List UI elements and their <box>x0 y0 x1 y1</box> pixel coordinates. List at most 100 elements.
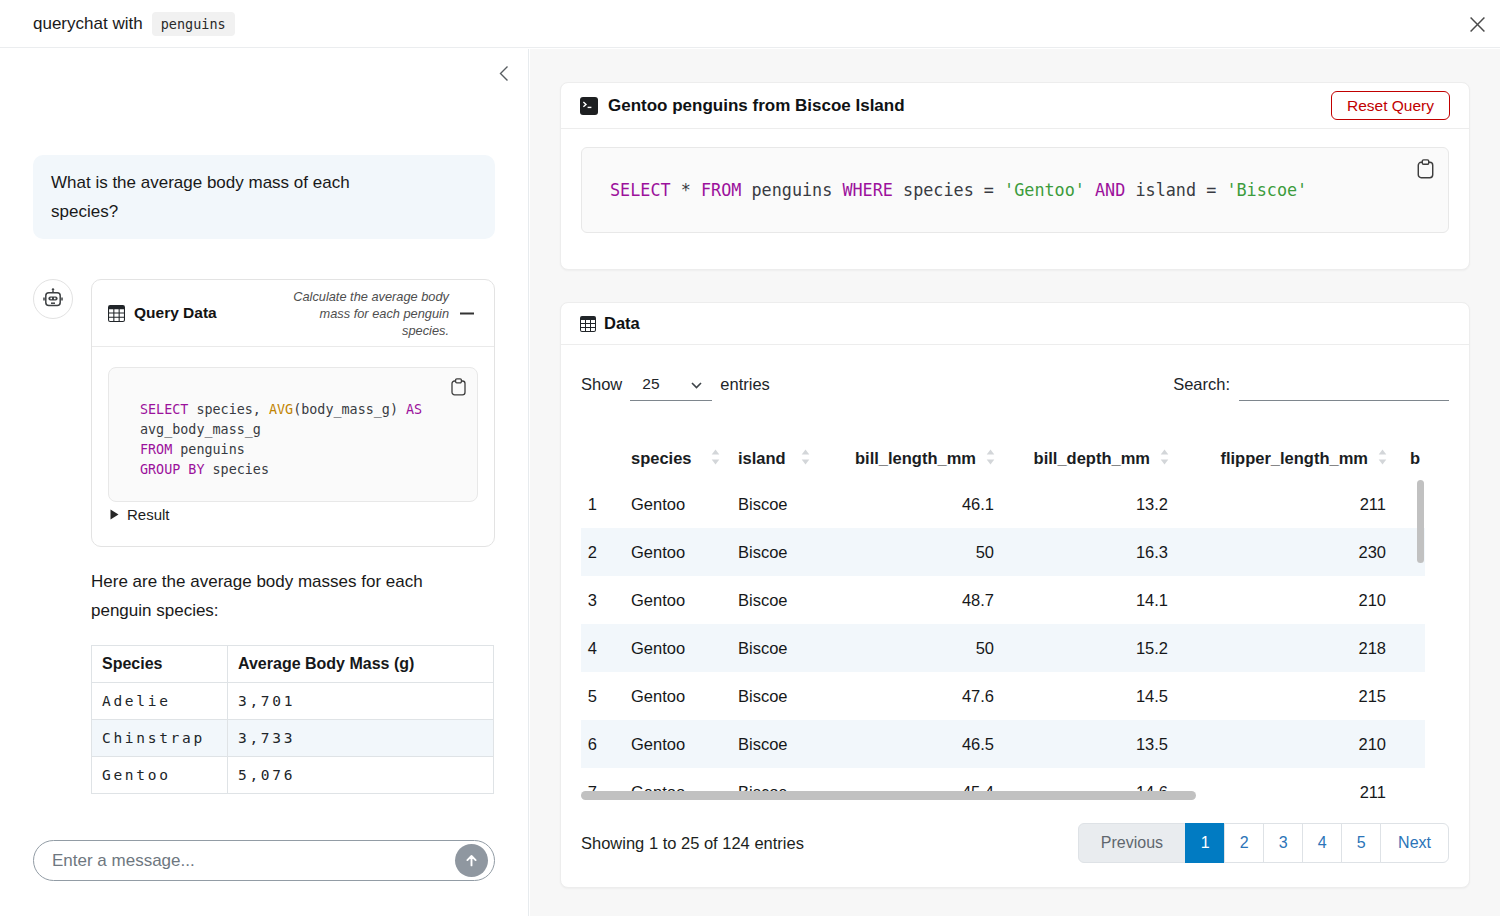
table-cell: 13.5 <box>1003 720 1177 768</box>
page-length-control: Show 25 entries <box>581 367 770 401</box>
table-cell: Biscoe <box>728 720 818 768</box>
sort-icon <box>711 449 720 469</box>
column-header-b[interactable]: b <box>1395 437 1425 480</box>
data-table: speciesislandbill_length_mmbill_depth_mm… <box>581 437 1425 806</box>
page-button-previous[interactable]: Previous <box>1078 823 1186 863</box>
chat-result-table: SpeciesAverage Body Mass (g) Adelie3,701… <box>91 645 494 794</box>
app-title-text: querychat with <box>33 14 143 34</box>
table-row: 1GentooBiscoe46.113.2211 <box>581 480 1425 528</box>
horizontal-scrollbar[interactable] <box>581 791 1196 800</box>
page-length-select[interactable]: 25 <box>630 367 712 401</box>
result-cell: 3,733 <box>228 720 494 757</box>
dataset-chip: penguins <box>152 12 235 36</box>
terminal-icon <box>580 97 598 115</box>
column-header-flipper_length_mm[interactable]: flipper_length_mm <box>1177 437 1395 480</box>
page-button-3[interactable]: 3 <box>1263 823 1303 863</box>
table-cell <box>1395 768 1425 806</box>
result-cell: 3,701 <box>228 683 494 720</box>
table-cell: 14.6 <box>1003 768 1177 806</box>
page-button-5[interactable]: 5 <box>1341 823 1381 863</box>
column-header-bill_length_mm[interactable]: bill_length_mm <box>818 437 1003 480</box>
table-cell: Gentoo <box>621 672 728 720</box>
table-cell: Biscoe <box>728 528 818 576</box>
result-row: Gentoo5,076 <box>92 757 494 794</box>
result-col-header: Species <box>92 646 228 683</box>
collapse-sidebar-icon[interactable] <box>498 65 514 83</box>
search-input[interactable] <box>1239 367 1449 401</box>
table-cell: 215 <box>1177 672 1395 720</box>
sort-icon <box>1378 449 1387 469</box>
table-cell: Biscoe <box>728 672 818 720</box>
query-card-header: Gentoo penguins from Biscoe Island Reset… <box>561 83 1469 129</box>
table-cell: 6 <box>581 720 621 768</box>
table-cell: 5 <box>581 672 621 720</box>
page-button-1[interactable]: 1 <box>1185 823 1225 863</box>
collapse-tool-card-icon[interactable] <box>460 312 474 315</box>
vertical-scrollbar[interactable] <box>1417 480 1424 563</box>
data-card-body: Show 25 entries Search: sp <box>561 345 1469 888</box>
tool-card-body: SELECT species, AVG(body_mass_g) ASavg_b… <box>92 347 494 539</box>
column-header-island[interactable]: island <box>728 437 818 480</box>
table-cell: 50 <box>818 624 1003 672</box>
sort-icon <box>801 449 810 469</box>
page-button-4[interactable]: 4 <box>1302 823 1342 863</box>
table-cell <box>1395 672 1425 720</box>
query-title: Gentoo penguins from Biscoe Island <box>608 96 905 116</box>
copy-icon[interactable] <box>451 378 466 402</box>
chat-sql-code-block: SELECT species, AVG(body_mass_g) ASavg_b… <box>108 367 478 502</box>
table-cell: Gentoo <box>621 768 728 806</box>
query-card-body: SELECT * FROM penguins WHERE species = '… <box>561 129 1469 251</box>
table-cell: 210 <box>1177 576 1395 624</box>
table-cell: Biscoe <box>728 480 818 528</box>
data-table-head: speciesislandbill_length_mmbill_depth_mm… <box>581 437 1425 480</box>
page-button-next[interactable]: Next <box>1380 823 1449 863</box>
table-cell: 14.5 <box>1003 672 1177 720</box>
datatable-footer: Showing 1 to 25 of 124 entries Previous1… <box>581 823 1449 863</box>
close-icon[interactable] <box>1466 13 1488 35</box>
search-control: Search: <box>1173 367 1449 401</box>
column-header-bill_depth_mm[interactable]: bill_depth_mm <box>1003 437 1177 480</box>
data-table-body: 1GentooBiscoe46.113.22112GentooBiscoe501… <box>581 480 1425 806</box>
reset-query-button[interactable]: Reset Query <box>1331 91 1450 120</box>
table-cell: Gentoo <box>621 480 728 528</box>
result-cell: Gentoo <box>92 757 228 794</box>
table-cell: Biscoe <box>728 768 818 806</box>
table-cell: 48.7 <box>818 576 1003 624</box>
data-card-title: Data <box>604 314 640 333</box>
table-cell: Gentoo <box>621 624 728 672</box>
send-button[interactable] <box>455 844 488 877</box>
pagination: Previous12345Next <box>1078 823 1449 863</box>
column-header-species[interactable]: species <box>621 437 728 480</box>
table-cell: 45.4 <box>818 768 1003 806</box>
table-cell: 218 <box>1177 624 1395 672</box>
table-row: 7GentooBiscoe45.414.6211 <box>581 768 1425 806</box>
table-cell: Gentoo <box>621 528 728 576</box>
table-cell: 16.3 <box>1003 528 1177 576</box>
result-toggle[interactable]: Result <box>108 506 478 523</box>
table-cell: Biscoe <box>728 624 818 672</box>
copy-icon[interactable] <box>1417 159 1434 183</box>
chat-result-table-body: Adelie3,701Chinstrap3,733Gentoo5,076 <box>92 683 494 794</box>
chat-input[interactable] <box>34 841 494 880</box>
data-card-header: Data <box>561 303 1469 345</box>
tool-card-header: Query Data Calculate the average body ma… <box>92 280 494 347</box>
table-cell: 211 <box>1177 768 1395 806</box>
app-header: querychat with penguins <box>0 0 1500 48</box>
page-button-2[interactable]: 2 <box>1224 823 1264 863</box>
table-row: 4GentooBiscoe5015.2218 <box>581 624 1425 672</box>
tool-card-title: Query Data <box>108 304 217 322</box>
table-cell: Gentoo <box>621 576 728 624</box>
chat-result-table-head: SpeciesAverage Body Mass (g) <box>92 646 494 683</box>
table-cell: 7 <box>581 768 621 806</box>
user-message: What is the average body mass of each sp… <box>33 155 495 239</box>
table-row: 6GentooBiscoe46.513.5210 <box>581 720 1425 768</box>
sort-icon <box>1160 449 1169 469</box>
table-cell: 4 <box>581 624 621 672</box>
table-icon <box>108 305 125 322</box>
table-cell: 211 <box>1177 480 1395 528</box>
chevron-down-icon <box>691 382 702 389</box>
robot-avatar-icon <box>33 279 73 319</box>
table-cell: 50 <box>818 528 1003 576</box>
table-cell: 47.6 <box>818 672 1003 720</box>
table-cell <box>1395 576 1425 624</box>
